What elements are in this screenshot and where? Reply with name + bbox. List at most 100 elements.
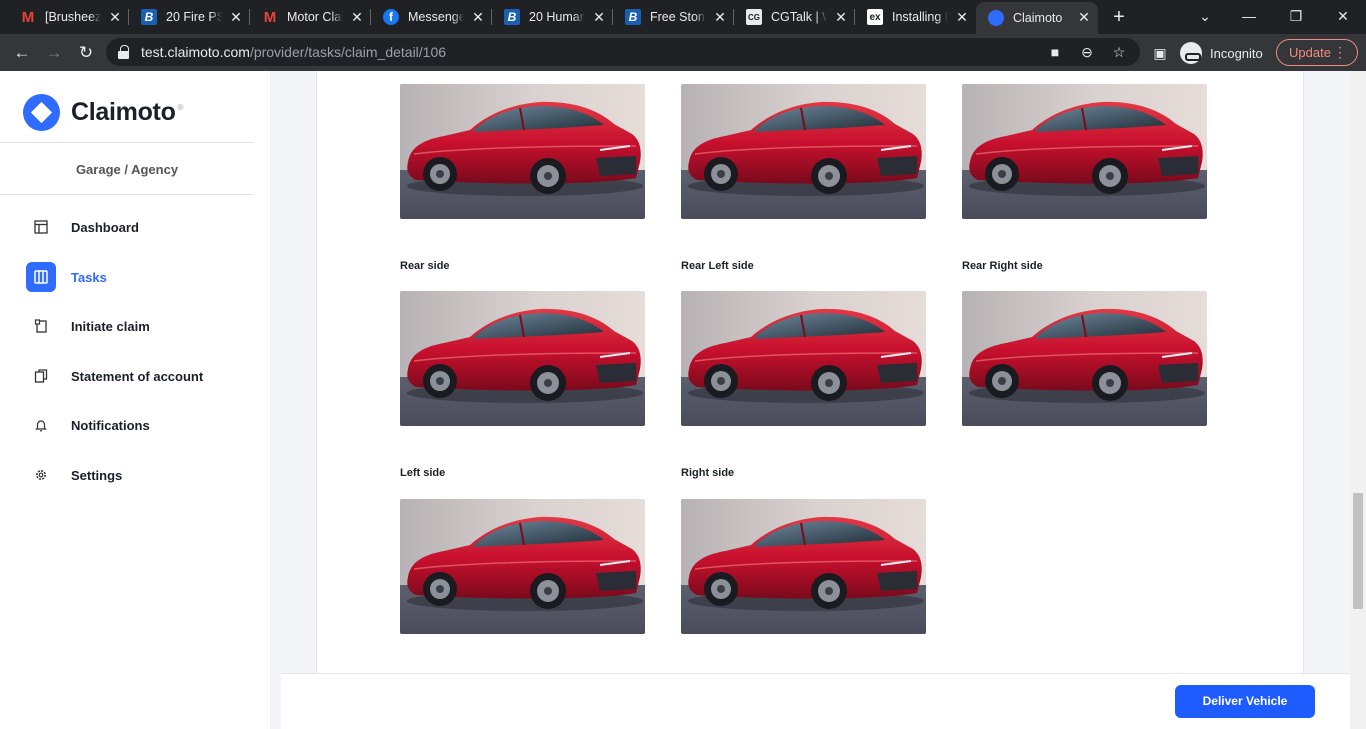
document-icon	[26, 311, 56, 341]
tab-title: CGTalk | W	[771, 10, 827, 24]
camera-blocked-icon[interactable]: ■	[1046, 43, 1064, 61]
photo-gallery-card: Rear side Rear Left side Rear Right side…	[316, 71, 1304, 711]
back-icon[interactable]: ←	[10, 41, 34, 65]
zoom-icon[interactable]: ⊖	[1078, 43, 1096, 61]
tab-title: [Brusheezy	[45, 10, 101, 24]
photo-label-left-side: Left side	[400, 467, 446, 479]
reload-icon[interactable]: ↻	[74, 41, 98, 65]
claimoto-icon	[988, 10, 1004, 26]
photo-label-right-side: Right side	[681, 467, 735, 479]
vehicle-photo-rear-left-side[interactable]	[681, 291, 926, 426]
vehicle-photo[interactable]	[962, 84, 1207, 219]
brand-name: Claimoto	[71, 98, 176, 126]
forward-icon[interactable]: →	[42, 41, 66, 65]
tab-title: 20 Fire PS	[166, 10, 222, 24]
brand-logo[interactable]: Claimoto ®	[23, 94, 183, 131]
lock-icon[interactable]	[118, 45, 129, 59]
close-tab-icon[interactable]: ✕	[712, 9, 728, 25]
browser-toolbar: ← → ↻ test.claimoto.com/provider/tasks/c…	[0, 34, 1366, 71]
sidebar: Claimoto ® Garage / Agency Dashboard Tas…	[0, 71, 271, 729]
page-scrollbar[interactable]	[1350, 71, 1366, 729]
facebook-icon: f	[383, 9, 399, 25]
address-bar[interactable]: test.claimoto.com/provider/tasks/claim_d…	[106, 38, 1140, 66]
vehicle-photo-rear-side[interactable]	[400, 291, 645, 426]
deliver-vehicle-button[interactable]: Deliver Vehicle	[1175, 685, 1315, 718]
tab-title: Claimoto	[1013, 11, 1063, 25]
browser-tab[interactable]: B 20 Human ✕	[492, 0, 613, 34]
sidebar-item-label: Tasks	[71, 269, 107, 285]
incognito-label: Incognito	[1210, 45, 1263, 61]
browser-tab-active[interactable]: Claimoto ✕	[976, 2, 1098, 34]
browser-tab[interactable]: B 20 Fire PS ✕	[129, 0, 250, 34]
scrollbar-thumb[interactable]	[1353, 493, 1363, 609]
tab-title: 20 Human	[529, 10, 585, 24]
gear-icon	[26, 460, 56, 490]
browser-tab[interactable]: B Free Stone ✕	[613, 0, 734, 34]
sidebar-item-label: Settings	[71, 467, 123, 483]
restore-icon[interactable]: ❐	[1283, 4, 1309, 28]
gmail-icon: M	[263, 8, 277, 26]
incognito-indicator[interactable]: Incognito	[1180, 42, 1263, 64]
sidebar-item-tasks[interactable]: Tasks	[26, 262, 254, 292]
browser-tab[interactable]: f Messenger ✕	[371, 0, 492, 34]
sidebar-item-statement-of-account[interactable]: Statement of account	[26, 361, 254, 391]
close-tab-icon[interactable]: ✕	[349, 9, 365, 25]
close-window-icon[interactable]: ✕	[1330, 4, 1356, 28]
brusheezy-icon: B	[141, 9, 157, 25]
update-label: Update	[1289, 45, 1331, 60]
photo-label-rear-side: Rear side	[400, 260, 450, 272]
minimize-icon[interactable]: —	[1236, 4, 1262, 28]
vehicle-photo[interactable]	[681, 84, 926, 219]
close-tab-icon[interactable]: ✕	[954, 9, 970, 25]
brusheezy-icon: B	[625, 9, 641, 25]
sidebar-item-label: Notifications	[71, 417, 150, 433]
update-button[interactable]: Update ⋮	[1276, 39, 1358, 66]
tasks-icon	[26, 262, 56, 292]
action-footer: Deliver Vehicle	[281, 673, 1350, 729]
browser-tab[interactable]: M Motor Clai ✕	[250, 0, 371, 34]
url-text[interactable]: test.claimoto.com/provider/tasks/claim_d…	[141, 44, 446, 60]
photo-label-rear-right-side: Rear Right side	[962, 260, 1043, 272]
vehicle-photo-rear-right-side[interactable]	[962, 291, 1207, 426]
close-tab-icon[interactable]: ✕	[470, 9, 486, 25]
close-tab-icon[interactable]: ✕	[591, 9, 607, 25]
incognito-icon	[1180, 42, 1202, 64]
statement-icon	[26, 361, 56, 391]
cgtalk-icon: CG	[746, 9, 762, 25]
sidebar-item-label: Statement of account	[71, 368, 204, 384]
ex-icon: ex	[867, 9, 883, 25]
url-host: test.claimoto.com	[141, 44, 250, 60]
tab-title: Installing E	[892, 10, 948, 24]
vehicle-photo-right-side[interactable]	[681, 499, 926, 634]
close-tab-icon[interactable]: ✕	[228, 9, 244, 25]
dashboard-icon	[26, 212, 56, 242]
gmail-icon: M	[21, 8, 35, 26]
new-tab-icon[interactable]: +	[1108, 6, 1130, 28]
vehicle-photo-left-side[interactable]	[400, 499, 645, 634]
tab-title: Messenger	[408, 10, 464, 24]
main-content: Rear side Rear Left side Rear Right side…	[271, 71, 1350, 729]
role-label: Garage / Agency	[0, 142, 254, 195]
sidebar-item-label: Initiate claim	[71, 318, 150, 334]
sidebar-item-label: Dashboard	[71, 219, 139, 235]
close-tab-icon[interactable]: ✕	[107, 9, 123, 25]
photo-label-rear-left-side: Rear Left side	[681, 260, 754, 272]
tab-title: Motor Clai	[287, 10, 343, 24]
url-path: /provider/tasks/claim_detail/106	[249, 44, 447, 60]
bookmark-star-icon[interactable]: ☆	[1110, 43, 1128, 61]
browser-tab[interactable]: M [Brusheezy ✕	[8, 0, 129, 34]
close-tab-icon[interactable]: ✕	[833, 9, 849, 25]
sidebar-item-initiate-claim[interactable]: Initiate claim	[26, 311, 254, 341]
tab-search-icon[interactable]: ⌄	[1192, 4, 1218, 28]
browser-tab[interactable]: ex Installing E ✕	[855, 0, 976, 34]
sidebar-item-settings[interactable]: Settings	[26, 460, 254, 490]
sidebar-item-dashboard[interactable]: Dashboard	[26, 212, 254, 242]
brusheezy-icon: B	[504, 9, 520, 25]
sidebar-toggle-icon[interactable]: ▣	[1148, 41, 1172, 65]
menu-dots-icon[interactable]: ⋮	[1333, 40, 1347, 65]
bell-icon	[26, 410, 56, 440]
sidebar-item-notifications[interactable]: Notifications	[26, 410, 254, 440]
vehicle-photo[interactable]	[400, 84, 645, 219]
browser-tab[interactable]: CG CGTalk | W ✕	[734, 0, 855, 34]
close-tab-icon[interactable]: ✕	[1076, 9, 1092, 25]
